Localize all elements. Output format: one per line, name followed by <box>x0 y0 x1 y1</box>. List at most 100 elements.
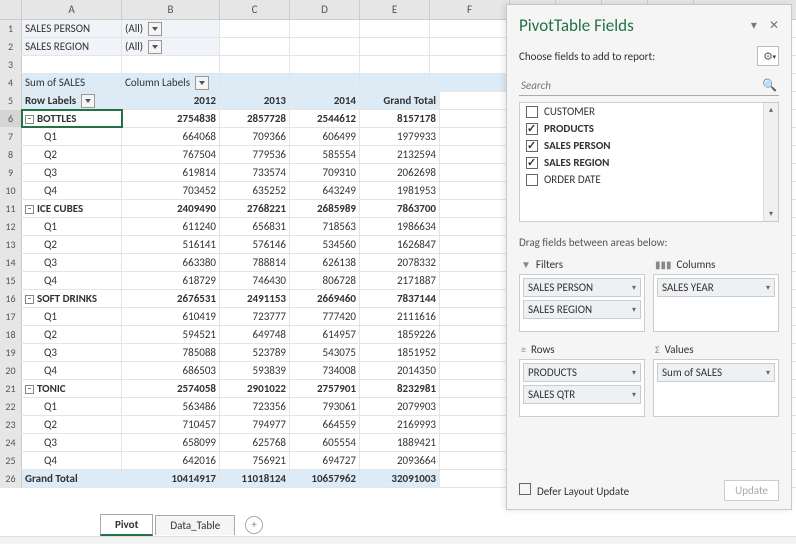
sheet-tab-data[interactable]: Data_Table <box>155 515 235 535</box>
cell[interactable]: 2171887 <box>360 272 440 289</box>
checkbox-icon[interactable] <box>526 123 538 135</box>
cell[interactable]: 594521 <box>122 326 220 343</box>
cell[interactable]: 2669460 <box>290 290 360 307</box>
area-pill[interactable]: SALES PERSON▾ <box>523 278 641 297</box>
field-item[interactable]: ORDER DATE <box>520 171 778 188</box>
row-header[interactable]: 9 <box>0 164 22 181</box>
cell[interactable]: 703452 <box>122 182 220 199</box>
cell[interactable]: 626138 <box>290 254 360 271</box>
chevron-down-icon[interactable]: ▾ <box>766 283 770 293</box>
chevron-down-icon[interactable]: ▾ <box>632 283 636 293</box>
cell[interactable]: 11018124 <box>220 470 290 487</box>
cell[interactable]: 686503 <box>122 362 220 379</box>
filter-value[interactable]: (All) <box>122 38 220 55</box>
cell[interactable]: 779536 <box>220 146 290 163</box>
cell[interactable]: 2491153 <box>220 290 290 307</box>
cell[interactable]: 806728 <box>290 272 360 289</box>
quarter-row[interactable]: Q3 <box>22 254 122 271</box>
quarter-row[interactable]: Q1 <box>22 128 122 145</box>
field-list[interactable]: CUSTOMERPRODUCTSSALES PERSONSALES REGION… <box>519 102 779 222</box>
filter-value[interactable]: (All) <box>122 20 220 37</box>
quarter-row[interactable]: Q2 <box>22 146 122 163</box>
checkbox-icon[interactable] <box>526 174 538 186</box>
filters-area[interactable]: ▼Filters SALES PERSON▾SALES REGION▾ <box>519 255 645 332</box>
cell[interactable]: 2574058 <box>122 380 220 397</box>
select-all-corner[interactable] <box>0 0 22 19</box>
row-header[interactable]: 23 <box>0 416 22 433</box>
cell[interactable]: 563486 <box>122 398 220 415</box>
quarter-row[interactable]: Q3 <box>22 344 122 361</box>
area-pill[interactable]: Sum of SALES▾ <box>657 363 775 382</box>
sheet-tab-pivot[interactable]: Pivot <box>100 514 153 536</box>
area-pill[interactable]: SALES YEAR▾ <box>657 278 775 297</box>
scroll-down-icon[interactable]: ▾ <box>764 207 778 221</box>
row-header[interactable]: 12 <box>0 218 22 235</box>
quarter-row[interactable]: Q4 <box>22 272 122 289</box>
row-header[interactable]: 14 <box>0 254 22 271</box>
cell[interactable]: 625768 <box>220 434 290 451</box>
row-labels-header[interactable]: Row Labels <box>22 92 122 109</box>
row-header[interactable]: 4 <box>0 74 22 91</box>
row-header[interactable]: 17 <box>0 308 22 325</box>
row-header[interactable]: 20 <box>0 362 22 379</box>
pane-menu-icon[interactable]: ▾ <box>751 18 757 33</box>
cell[interactable]: 534560 <box>290 236 360 253</box>
cell[interactable]: 1889421 <box>360 434 440 451</box>
group-row[interactable]: −ICE CUBES <box>22 200 122 217</box>
cell[interactable]: 619814 <box>122 164 220 181</box>
chevron-down-icon[interactable]: ▾ <box>632 390 636 400</box>
cell[interactable]: 2768221 <box>220 200 290 217</box>
field-item[interactable]: SALES REGION <box>520 154 778 171</box>
cell[interactable]: 2754838 <box>122 110 220 127</box>
row-header[interactable]: 7 <box>0 128 22 145</box>
cell[interactable]: 723777 <box>220 308 290 325</box>
checkbox-icon[interactable] <box>526 106 538 118</box>
collapse-icon[interactable]: − <box>25 205 34 214</box>
cell[interactable]: 1979933 <box>360 128 440 145</box>
cell[interactable]: 746430 <box>220 272 290 289</box>
cell[interactable]: 658099 <box>122 434 220 451</box>
cell[interactable]: 777420 <box>290 308 360 325</box>
row-header[interactable]: 10 <box>0 182 22 199</box>
quarter-row[interactable]: Q1 <box>22 308 122 325</box>
cell[interactable]: 2544612 <box>290 110 360 127</box>
cell[interactable]: 2132594 <box>360 146 440 163</box>
row-header[interactable]: 19 <box>0 344 22 361</box>
row-header[interactable]: 3 <box>0 56 22 73</box>
cell[interactable]: 694727 <box>290 452 360 469</box>
cell[interactable]: 1851952 <box>360 344 440 361</box>
col-header-B[interactable]: B <box>122 0 220 19</box>
collapse-icon[interactable]: − <box>25 295 34 304</box>
cell[interactable]: 585554 <box>290 146 360 163</box>
quarter-row[interactable]: Q2 <box>22 326 122 343</box>
area-pill[interactable]: PRODUCTS▾ <box>523 363 641 382</box>
cell[interactable]: 8157178 <box>360 110 440 127</box>
cell[interactable]: 10657962 <box>290 470 360 487</box>
cell[interactable]: 610419 <box>122 308 220 325</box>
cell[interactable]: 2685989 <box>290 200 360 217</box>
cell[interactable]: 642016 <box>122 452 220 469</box>
cell[interactable]: 664559 <box>290 416 360 433</box>
cell[interactable]: 10414917 <box>122 470 220 487</box>
cell[interactable]: 793061 <box>290 398 360 415</box>
cell[interactable]: 723356 <box>220 398 290 415</box>
row-header[interactable]: 16 <box>0 290 22 307</box>
cell[interactable]: 733574 <box>220 164 290 181</box>
dropdown-icon[interactable] <box>195 76 209 90</box>
cell[interactable]: 593839 <box>220 362 290 379</box>
row-header[interactable]: 21 <box>0 380 22 397</box>
area-pill[interactable]: SALES REGION▾ <box>523 300 641 319</box>
cell[interactable]: 1986634 <box>360 218 440 235</box>
values-area[interactable]: ΣValues Sum of SALES▾ <box>653 340 779 417</box>
defer-update-checkbox[interactable]: Defer Layout Update <box>519 483 629 498</box>
gear-icon[interactable]: ▾ <box>757 46 779 66</box>
add-sheet-button[interactable]: + <box>245 516 263 534</box>
row-header[interactable]: 5 <box>0 92 22 109</box>
row-header[interactable]: 18 <box>0 326 22 343</box>
field-item[interactable]: PRODUCTS <box>520 120 778 137</box>
cell[interactable]: 2078332 <box>360 254 440 271</box>
cell[interactable]: 1626847 <box>360 236 440 253</box>
field-scrollbar[interactable]: ▴ ▾ <box>763 103 778 221</box>
cell[interactable]: 635252 <box>220 182 290 199</box>
cell[interactable]: 2111616 <box>360 308 440 325</box>
